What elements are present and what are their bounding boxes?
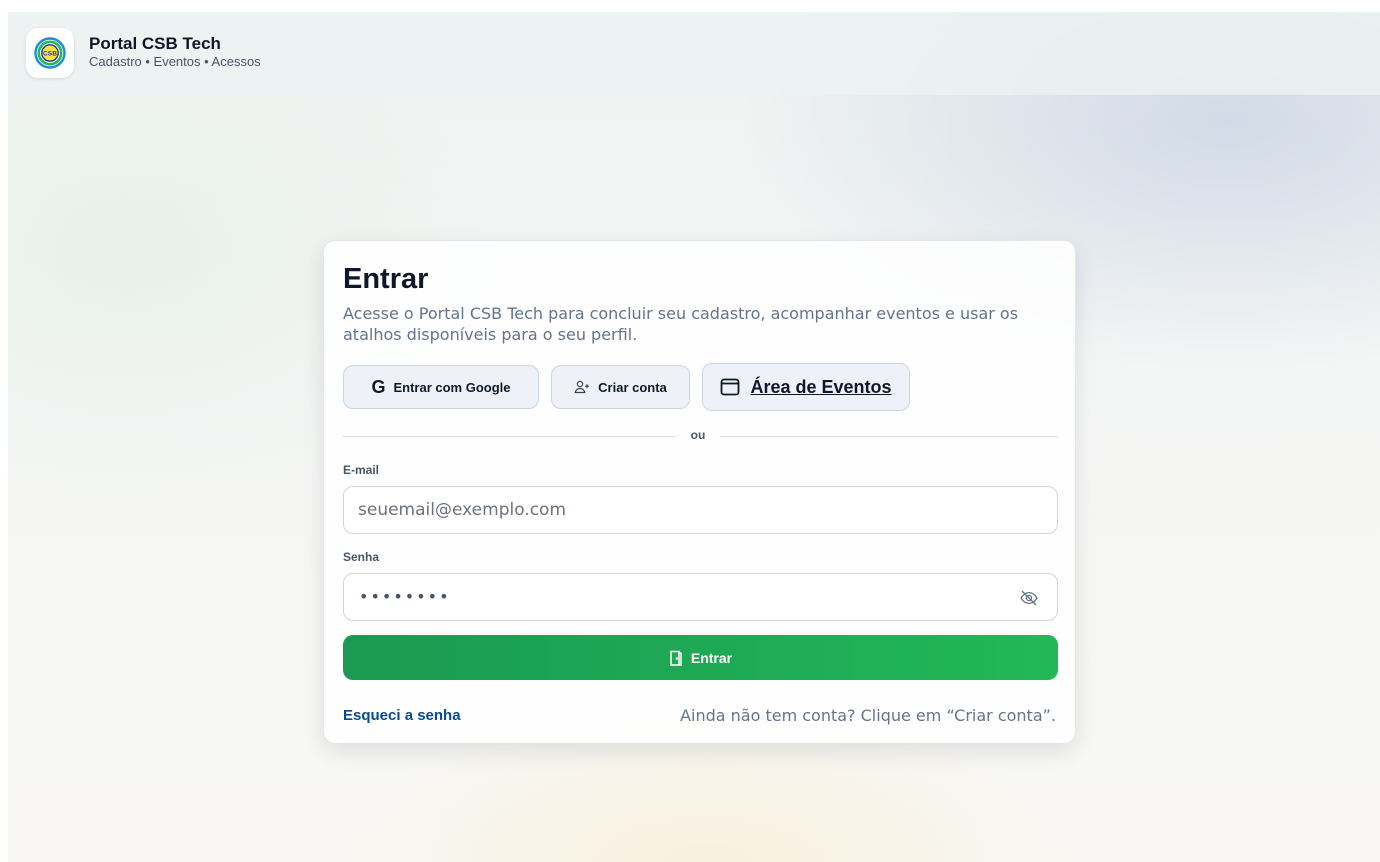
svg-text:CSB: CSB bbox=[43, 51, 57, 58]
door-icon bbox=[669, 650, 683, 666]
brand-title: Portal CSB Tech bbox=[89, 34, 221, 53]
events-area-button[interactable]: Área de Eventos bbox=[702, 363, 910, 411]
login-card: Entrar Acesse o Portal CSB Tech para con… bbox=[323, 240, 1076, 744]
page-background: CSB Portal CSB Tech Cadastro • Eventos •… bbox=[8, 12, 1380, 862]
signup-hint: Ainda não tem conta? Clique em “Criar co… bbox=[680, 706, 1056, 725]
create-account-button[interactable]: Criar conta bbox=[551, 365, 690, 409]
password-mask: •••••••• bbox=[359, 587, 451, 606]
email-label: E-mail bbox=[343, 463, 380, 477]
create-account-label: Criar conta bbox=[598, 379, 667, 395]
brand-subtitle: Cadastro • Eventos • Acessos bbox=[89, 54, 261, 69]
password-field[interactable]: •••••••• bbox=[343, 573, 1058, 621]
divider-line-left bbox=[343, 436, 676, 437]
login-submit-button[interactable]: Entrar bbox=[343, 635, 1058, 680]
top-header: CSB Portal CSB Tech Cadastro • Eventos •… bbox=[8, 12, 1380, 95]
or-divider: ou bbox=[343, 428, 1058, 444]
email-field[interactable] bbox=[358, 487, 998, 533]
login-title: Entrar bbox=[343, 263, 429, 295]
calendar-icon bbox=[720, 378, 740, 396]
forgot-password-link[interactable]: Esqueci a senha bbox=[343, 707, 461, 724]
google-icon: G bbox=[371, 376, 386, 397]
events-area-label: Área de Eventos bbox=[750, 376, 892, 397]
google-login-label: Entrar com Google bbox=[393, 379, 511, 395]
user-plus-icon bbox=[574, 380, 590, 394]
email-field-box bbox=[343, 486, 1058, 534]
google-login-button[interactable]: G Entrar com Google bbox=[343, 365, 539, 409]
login-description: Acesse o Portal CSB Tech para concluir s… bbox=[343, 304, 1019, 344]
brand: Portal CSB Tech Cadastro • Eventos • Ace… bbox=[89, 34, 261, 70]
password-label: Senha bbox=[343, 550, 380, 564]
eye-off-icon[interactable] bbox=[1019, 589, 1039, 607]
divider-text: ou bbox=[690, 428, 706, 442]
divider-line-right bbox=[720, 436, 1058, 437]
csb-logo-icon[interactable]: CSB bbox=[26, 28, 74, 78]
login-submit-label: Entrar bbox=[690, 649, 733, 666]
